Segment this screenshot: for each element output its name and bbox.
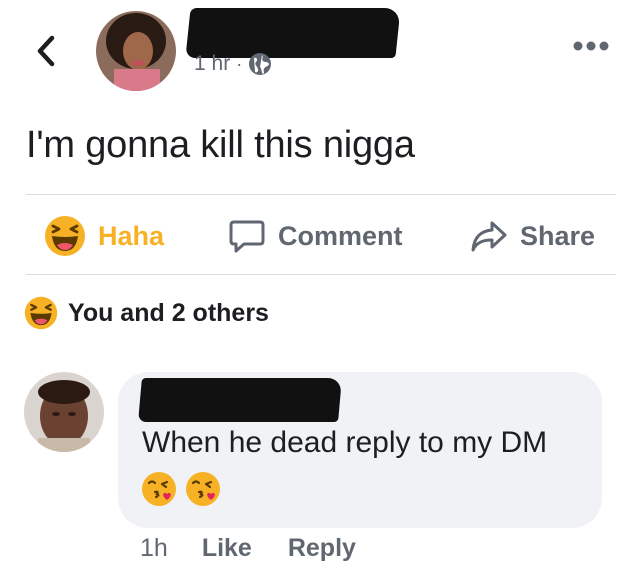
haha-reaction-icon	[24, 296, 58, 330]
poster-avatar[interactable]	[96, 11, 176, 91]
back-icon[interactable]	[32, 34, 62, 68]
divider	[26, 274, 616, 275]
commenter-name-redaction	[138, 378, 342, 422]
comment-label: Comment	[278, 220, 403, 251]
share-icon	[471, 221, 507, 252]
kissing-heart-icon	[186, 472, 220, 506]
comment-like-button[interactable]: Like	[202, 534, 252, 563]
more-options-icon[interactable]	[572, 40, 610, 52]
share-button[interactable]: Share	[470, 208, 595, 264]
post-timestamp: 1 hr	[194, 52, 231, 75]
poster-name-redaction	[185, 8, 401, 58]
comment-button[interactable]: Comment	[228, 208, 403, 264]
comment-meta: 1h Like Reply	[140, 534, 356, 563]
share-label: Share	[520, 220, 596, 251]
reaction-summary-text: You and 2 others	[68, 298, 269, 327]
comment-icon	[229, 220, 265, 253]
comment-timestamp: 1h	[140, 534, 168, 562]
haha-icon	[45, 216, 85, 256]
comment-text: When he dead reply to my DM	[142, 426, 548, 459]
post-meta: 1 hr ·	[194, 52, 272, 76]
haha-button[interactable]: Haha	[44, 208, 164, 264]
meta-separator: ·	[236, 53, 243, 74]
post-text: I'm gonna kill this nigga	[26, 124, 415, 166]
commenter-avatar[interactable]	[24, 372, 104, 452]
haha-label: Haha	[98, 220, 165, 251]
globe-icon	[249, 53, 272, 75]
kissing-heart-icon	[142, 472, 176, 506]
divider	[26, 194, 616, 195]
comment-emoji-group	[140, 470, 222, 508]
comment-reply-button[interactable]: Reply	[288, 534, 356, 563]
action-bar: Haha Comment Share	[0, 208, 640, 264]
reaction-summary[interactable]: You and 2 others	[24, 296, 269, 330]
